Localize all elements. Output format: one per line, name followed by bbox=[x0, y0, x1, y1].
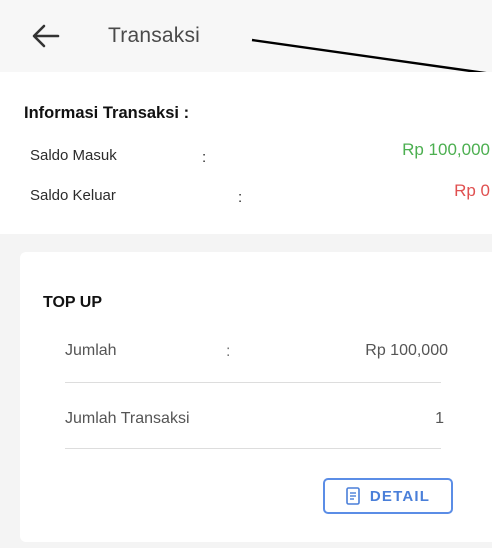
saldo-keluar-label: Saldo Keluar bbox=[30, 187, 116, 204]
jumlah-transaksi-label: Jumlah Transaksi bbox=[65, 410, 190, 427]
saldo-keluar-value: Rp 0 bbox=[454, 181, 490, 200]
detail-button-label: DETAIL bbox=[369, 487, 431, 505]
saldo-masuk-value: Rp 100,000 bbox=[402, 140, 490, 159]
transaction-info: Informasi Transaksi : Saldo Masuk : Rp 1… bbox=[0, 72, 492, 234]
jumlah-label: Jumlah bbox=[65, 342, 117, 359]
jumlah-colon: : bbox=[226, 343, 231, 360]
page-title: Transaksi bbox=[108, 24, 201, 47]
saldo-masuk-label: Saldo Masuk bbox=[30, 147, 117, 164]
card-title: TOP UP bbox=[43, 294, 102, 311]
jumlah-value: Rp 100,000 bbox=[365, 342, 448, 359]
transaction-section: TOP UP Jumlah : Rp 100,000 Jumlah Transa… bbox=[0, 234, 492, 548]
saldo-masuk-colon: : bbox=[202, 149, 207, 166]
top-up-card: TOP UP Jumlah : Rp 100,000 Jumlah Transa… bbox=[20, 252, 492, 542]
app-bar: Transaksi bbox=[0, 0, 492, 72]
detail-button[interactable]: DETAIL bbox=[323, 478, 453, 514]
info-title: Informasi Transaksi : bbox=[24, 104, 190, 122]
back-arrow-icon bbox=[32, 24, 60, 48]
divider bbox=[65, 382, 441, 383]
back-button[interactable] bbox=[28, 18, 64, 54]
jumlah-transaksi-value: 1 bbox=[435, 410, 444, 427]
divider bbox=[65, 448, 441, 449]
document-icon bbox=[346, 487, 360, 505]
saldo-keluar-colon: : bbox=[238, 189, 243, 206]
